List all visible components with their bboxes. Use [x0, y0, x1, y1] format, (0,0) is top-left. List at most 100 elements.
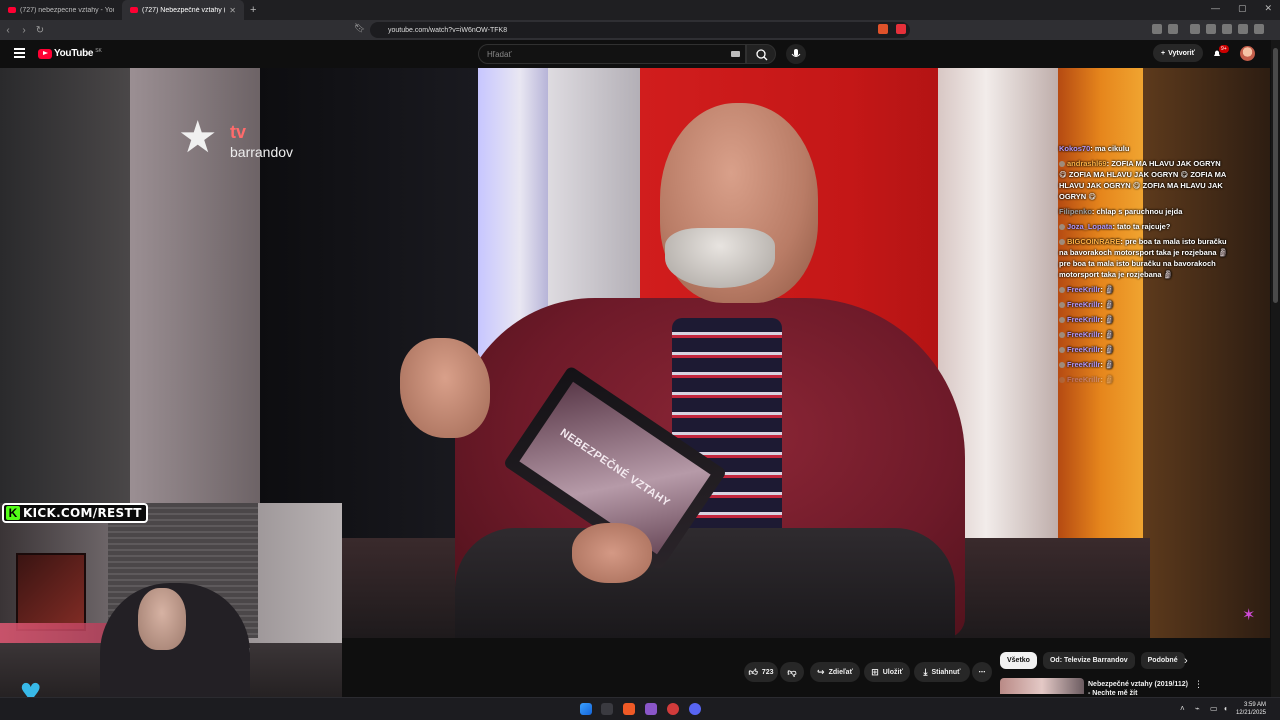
create-label: Vytvoriť — [1168, 49, 1195, 57]
host-hand — [572, 523, 652, 583]
clock-date: 12/21/2025 — [1235, 710, 1266, 716]
host-beard — [665, 228, 775, 288]
brave-rewards-icon[interactable] — [896, 24, 906, 34]
extension-icon[interactable] — [1152, 24, 1162, 34]
bookmark-icon[interactable]: 🔖︎ — [354, 23, 365, 34]
tray-chevron-icon[interactable]: ˄ — [1180, 704, 1185, 713]
discord-icon[interactable] — [689, 703, 701, 715]
badge-icon — [1059, 332, 1065, 339]
youtube-play-icon — [38, 48, 52, 59]
tv-barrandov-logo: ★ tv barrandov — [178, 113, 293, 162]
share-icon: ↪ — [817, 666, 825, 677]
chat-username: FreeKrillr — [1067, 360, 1101, 369]
volume-icon[interactable]: ◖ — [1223, 704, 1228, 713]
media-icon[interactable] — [1190, 24, 1200, 34]
chat-message: FreeKrillr: 🗿 — [1059, 374, 1229, 385]
chat-username: Filipenko — [1059, 207, 1092, 216]
chat-username: Kokos70 — [1059, 144, 1091, 153]
extension-icon[interactable] — [1168, 24, 1178, 34]
badge-icon — [1059, 302, 1065, 309]
chip-all[interactable]: Všetko — [1000, 652, 1037, 669]
recommended-title[interactable]: Nebezpečné vztahy (2019/112) - Nechte mě… — [1088, 680, 1188, 698]
chat-message: Joza_Lopata: tato ta rajcuje? — [1059, 221, 1229, 232]
chat-message: andrashl69: ZOFIA MA HLAVU JAK OGRYN 😋 Z… — [1059, 159, 1227, 201]
browser-tab-1[interactable]: (727) nebezpecne vztahy - YouTube — [0, 0, 122, 20]
wallet-icon[interactable] — [1222, 24, 1232, 34]
chat-message: BIGCOINRARE: pre boa ta mala isto buračk… — [1059, 237, 1228, 279]
account-avatar[interactable] — [1240, 46, 1255, 61]
chat-text: 🗿 — [1104, 360, 1115, 369]
keyboard-icon[interactable] — [731, 51, 740, 57]
microphone-icon — [791, 49, 801, 57]
app-icon[interactable] — [667, 703, 679, 715]
badge-icon — [1059, 287, 1065, 294]
menu-icon[interactable] — [14, 48, 25, 58]
brave-shield-icon[interactable] — [878, 24, 888, 34]
chat-message: Kokos70: ma cikulu — [1059, 144, 1130, 153]
dislike-button[interactable]: 👎︎ — [780, 662, 804, 682]
close-window-icon[interactable]: ✕ — [1264, 3, 1272, 14]
share-label: Zdieľať — [828, 668, 853, 676]
chat-message: FreeKrillr: 🗿 — [1059, 284, 1229, 295]
address-bar[interactable]: youtube.com/watch?v=iW6nOW-TFK8 — [370, 22, 910, 38]
task-view-icon[interactable] — [601, 703, 613, 715]
leo-icon[interactable] — [1238, 24, 1248, 34]
badge-icon — [1059, 161, 1065, 168]
kick-logo-icon: K — [6, 506, 20, 520]
browser-tab-2[interactable]: (727) Nebezpečné vztahy (20 ✕ — [122, 0, 244, 20]
create-button[interactable]: + Vytvoriť — [1153, 44, 1203, 62]
close-tab-icon[interactable]: ✕ — [229, 6, 236, 15]
logo-barrandov: barrandov — [230, 144, 294, 160]
window-controls: — ▢ ✕ — [1211, 3, 1272, 14]
more-icon: ⋯ — [978, 669, 986, 676]
back-icon[interactable]: ‹ — [0, 25, 16, 36]
vpn-icon[interactable] — [1254, 24, 1264, 34]
webcam-painting — [16, 553, 86, 631]
windows-taskbar: ˄ ⌁ ▭ ◖ 3:59 AM 12/21/2025 — [0, 697, 1280, 720]
search-input[interactable]: Hľadať — [478, 44, 746, 64]
chat-message: FreeKrillr: 🗿 — [1059, 314, 1229, 325]
system-clock[interactable]: 3:59 AM 12/21/2025 — [1236, 701, 1266, 717]
tab-title: (727) Nebezpečné vztahy (20 — [142, 6, 226, 14]
save-button[interactable]: ⊞ Uložiť — [864, 662, 910, 682]
recommended-menu-icon[interactable]: ⋮ — [1194, 679, 1203, 690]
badge-icon — [1059, 317, 1065, 324]
recommended-thumbnail[interactable] — [1000, 678, 1084, 694]
chevron-right-icon[interactable]: › — [1184, 655, 1188, 667]
more-actions-button[interactable]: ⋯ — [972, 662, 992, 682]
search-button[interactable] — [746, 44, 776, 64]
youtube-favicon-icon — [8, 7, 16, 13]
download-button[interactable]: ⤓ Stiahnuť — [914, 662, 970, 682]
streamer-face — [138, 588, 186, 650]
windows-start-icon[interactable] — [580, 703, 592, 715]
chat-username: andrashl69 — [1067, 159, 1107, 168]
kick-channel-badge: K KICK.COM/RESTT — [2, 503, 148, 523]
brave-browser-icon[interactable] — [623, 703, 635, 715]
scrollbar-thumb[interactable] — [1273, 48, 1278, 303]
minimize-icon[interactable]: — — [1211, 3, 1220, 14]
host-legs — [455, 528, 955, 638]
network-icon[interactable]: ⌁ — [1195, 704, 1200, 713]
youtube-header: YouTube SK Hľadať + Vytvoriť 9+ — [0, 40, 1280, 68]
like-button[interactable]: 👍︎ 723 — [744, 662, 778, 682]
maximize-icon[interactable]: ▢ — [1238, 3, 1247, 14]
browser-tab-strip: (727) nebezpecne vztahy - YouTube (727) … — [0, 0, 1280, 20]
chip-related[interactable]: Podobné — [1140, 652, 1185, 669]
app-icon[interactable] — [645, 703, 657, 715]
chat-message: FreeKrillr: 🗿 — [1059, 344, 1229, 355]
thumbs-up-icon: 👍︎ — [748, 666, 758, 677]
share-button[interactable]: ↪ Zdieľať — [810, 662, 860, 682]
voice-search-button[interactable] — [786, 44, 806, 64]
page-scrollbar[interactable] — [1271, 40, 1280, 700]
youtube-logo[interactable]: YouTube SK — [38, 48, 102, 59]
sidebar-icon[interactable] — [1206, 24, 1216, 34]
chip-from-channel[interactable]: Od: Televize Barrandov — [1042, 652, 1135, 669]
badge-icon — [1059, 377, 1065, 384]
monitor-icon[interactable]: ▭ — [1210, 704, 1218, 713]
recommendation-chips: Všetko Od: Televize Barrandov Podobné — [1000, 652, 1185, 669]
new-tab-icon[interactable]: + — [244, 4, 262, 16]
star-logo-icon: ★ — [178, 113, 218, 162]
badge-icon — [1059, 224, 1065, 231]
reload-icon[interactable]: ↻ — [32, 25, 48, 36]
forward-icon[interactable]: › — [16, 25, 32, 36]
